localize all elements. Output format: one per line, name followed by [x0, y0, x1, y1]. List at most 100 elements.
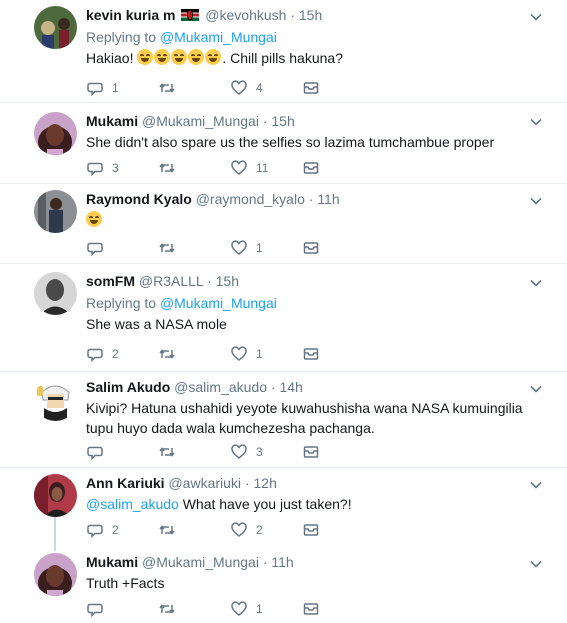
mention-link[interactable]: @salim_akudo [86, 496, 179, 512]
direct-message-button[interactable] [302, 78, 320, 98]
chevron-down-icon[interactable] [529, 382, 543, 396]
retweet-icon [159, 349, 175, 359]
tweet-actions: 2 1 [86, 344, 346, 364]
tweet-feed: kevin kuria m @kevohkush · 15h Replying … [0, 0, 567, 623]
avatar[interactable] [34, 112, 77, 155]
tweet-text: Kivipi? Hatuna ushahidi yeyote kuwahushi… [86, 400, 523, 436]
retweet-icon [159, 525, 175, 535]
like-button[interactable]: 1 [230, 599, 263, 619]
tweet-actions: 2 2 [86, 520, 346, 540]
retweet-button[interactable] [158, 520, 184, 540]
direct-message-button[interactable] [302, 520, 320, 540]
like-count: 1 [256, 602, 263, 616]
chevron-down-icon[interactable] [529, 557, 543, 571]
handle[interactable]: @Mukami_Mungai [142, 113, 259, 129]
reply-to-link[interactable]: @Mukami_Mungai [160, 295, 277, 311]
direct-message-button[interactable] [302, 238, 320, 258]
tweet-kevohkush[interactable]: kevin kuria m @kevohkush · 15h Replying … [0, 0, 567, 103]
retweet-button[interactable] [158, 442, 184, 462]
reply-button[interactable]: 1 [86, 78, 119, 98]
reply-button[interactable] [86, 238, 112, 258]
tweet-header: Salim Akudo @salim_akudo · 14h [86, 379, 303, 395]
handle[interactable]: @kevohkush [205, 7, 286, 23]
reply-icon [87, 446, 103, 461]
retweet-button[interactable] [158, 344, 184, 364]
like-count: 4 [256, 81, 263, 95]
timestamp[interactable]: 11h [317, 191, 339, 207]
handle[interactable]: @R3ALLL [139, 273, 203, 289]
handle[interactable]: @raymond_kyalo [196, 191, 305, 207]
retweet-icon [159, 243, 175, 253]
display-name[interactable]: Mukami [86, 554, 138, 570]
timestamp[interactable]: 12h [254, 475, 277, 491]
display-name[interactable]: Raymond Kyalo [86, 191, 192, 207]
like-button[interactable]: 11 [230, 158, 268, 178]
avatar[interactable] [34, 553, 77, 596]
display-name[interactable]: Mukami [86, 113, 138, 129]
avatar[interactable] [34, 378, 77, 421]
like-button[interactable]: 4 [230, 78, 263, 98]
chevron-down-icon[interactable] [529, 10, 543, 24]
reply-to-link[interactable]: @Mukami_Mungai [160, 29, 277, 45]
retweet-button[interactable] [158, 158, 184, 178]
timestamp[interactable]: 15h [271, 113, 294, 129]
tweet-mukami-2[interactable]: Mukami @Mukami_Mungai · 11h Truth +Facts… [0, 551, 567, 623]
like-button[interactable]: 1 [230, 238, 263, 258]
timestamp[interactable]: 15h [299, 7, 322, 23]
tweet-text: @salim_akudo What have you just taken?! [86, 496, 352, 512]
handle[interactable]: @awkariuki [168, 475, 241, 491]
direct-message-button[interactable] [302, 599, 320, 619]
tweet-salim-akudo[interactable]: Salim Akudo @salim_akudo · 14h Kivipi? H… [0, 372, 567, 468]
tweet-text: Truth +Facts [86, 575, 165, 591]
reply-icon [87, 242, 103, 257]
like-button[interactable]: 3 [230, 442, 263, 462]
avatar[interactable] [34, 6, 77, 49]
tweet-text: She was a NASA mole [86, 316, 227, 332]
display-name[interactable]: somFM [86, 273, 135, 289]
heart-icon [231, 522, 247, 537]
tweet-raymond-kyalo[interactable]: Raymond Kyalo @raymond_kyalo · 11h 1 [0, 184, 567, 264]
like-button[interactable]: 1 [230, 344, 263, 364]
chevron-down-icon[interactable] [529, 115, 543, 129]
envelope-icon [303, 348, 319, 360]
direct-message-button[interactable] [302, 344, 320, 364]
timestamp[interactable]: 15h [216, 273, 239, 289]
chevron-down-icon[interactable] [529, 194, 543, 208]
retweet-button[interactable] [158, 78, 184, 98]
retweet-button[interactable] [158, 599, 184, 619]
chevron-down-icon[interactable] [529, 478, 543, 492]
avatar[interactable] [34, 272, 77, 315]
reply-button[interactable]: 2 [86, 344, 119, 364]
display-name[interactable]: kevin kuria m [86, 7, 176, 23]
tweet-ann-kariuki[interactable]: Ann Kariuki @awkariuki · 12h @salim_akud… [0, 468, 567, 551]
timestamp[interactable]: 14h [279, 379, 302, 395]
reply-icon [87, 82, 103, 97]
avatar[interactable] [34, 190, 77, 233]
reply-button[interactable]: 2 [86, 520, 119, 540]
reply-icon [87, 162, 103, 177]
tweet-header: Raymond Kyalo @raymond_kyalo · 11h [86, 191, 340, 207]
tears-of-joy-emoji-icon [137, 49, 222, 66]
handle[interactable]: @Mukami_Mungai [142, 554, 259, 570]
direct-message-button[interactable] [302, 158, 320, 178]
tweet-actions: 1 [86, 599, 346, 619]
reply-count: 2 [112, 347, 119, 361]
retweet-button[interactable] [158, 238, 184, 258]
reply-button[interactable] [86, 442, 112, 462]
handle[interactable]: @salim_akudo [174, 379, 267, 395]
tweet-header: somFM @R3ALLL · 15h [86, 273, 239, 289]
reply-button[interactable]: 3 [86, 158, 119, 178]
heart-icon [231, 240, 247, 255]
display-name[interactable]: Salim Akudo [86, 379, 170, 395]
tweet-mukami-1[interactable]: Mukami @Mukami_Mungai · 15h She didn't a… [0, 103, 567, 184]
tweet-somfm[interactable]: somFM @R3ALLL · 15h Replying to @Mukami_… [0, 264, 567, 372]
display-name[interactable]: Ann Kariuki [86, 475, 165, 491]
heart-icon [231, 346, 247, 361]
like-button[interactable]: 2 [230, 520, 263, 540]
reply-button[interactable] [86, 599, 112, 619]
avatar[interactable] [34, 474, 77, 517]
direct-message-button[interactable] [302, 442, 320, 462]
timestamp[interactable]: 11h [271, 554, 293, 570]
like-count: 1 [256, 347, 263, 361]
chevron-down-icon[interactable] [529, 276, 543, 290]
